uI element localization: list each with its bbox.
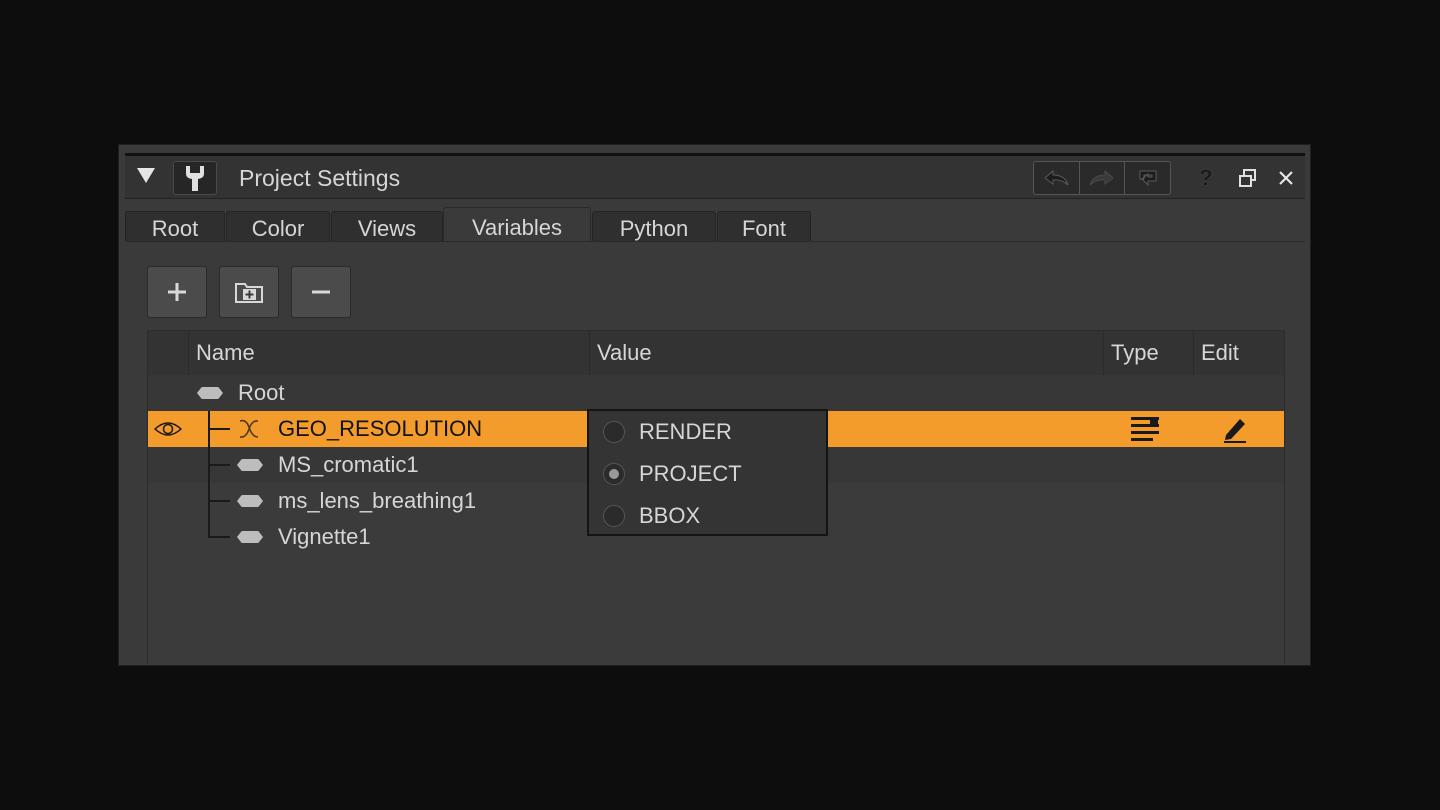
help-icon: ? (1199, 165, 1213, 190)
revert-icon (1139, 170, 1157, 187)
row-name: Root (238, 380, 285, 405)
radio-selected[interactable] (603, 463, 625, 485)
tab-color[interactable]: Color (226, 211, 330, 245)
folder-plus-icon (235, 283, 263, 303)
group-icon (237, 459, 263, 471)
row-name: ms_lens_breathing1 (278, 488, 477, 513)
tab-bar: Root Color Views Variables Python Font (125, 207, 1305, 247)
radio-unselected[interactable] (603, 421, 625, 443)
tree-line (208, 500, 230, 502)
table-row[interactable]: Root (148, 375, 1284, 411)
remove-variable-button[interactable] (291, 266, 351, 318)
wrench-button[interactable] (173, 161, 217, 195)
option-bbox[interactable]: BBOX (603, 501, 700, 531)
add-variable-button[interactable] (147, 266, 207, 318)
tab-font[interactable]: Font (717, 211, 811, 245)
redo-icon (1089, 169, 1114, 186)
wrench-icon (186, 166, 204, 191)
row-name: MS_cromatic1 (278, 452, 419, 477)
option-render[interactable]: RENDER (603, 417, 732, 447)
revert-button[interactable] (1125, 162, 1170, 194)
tab-python[interactable]: Python (592, 211, 716, 245)
group-icon (237, 495, 263, 507)
column-header-name[interactable]: Name (188, 331, 589, 375)
collapse-triangle-icon[interactable] (137, 168, 155, 183)
option-label: PROJECT (639, 461, 742, 486)
column-header-edit[interactable]: Edit (1193, 331, 1285, 375)
row-name: GEO_RESOLUTION (278, 416, 483, 441)
group-icon (197, 387, 223, 399)
tab-root[interactable]: Root (125, 211, 225, 245)
undo-button[interactable] (1034, 162, 1080, 194)
tree-line (208, 428, 230, 430)
column-header-type[interactable]: Type (1103, 331, 1193, 375)
close-icon (1279, 171, 1293, 185)
redo-button[interactable] (1080, 162, 1126, 194)
option-label: BBOX (639, 503, 701, 528)
window-title: Project Settings (239, 165, 401, 191)
table-header: Name Value Type Edit (148, 331, 1284, 375)
value-dropdown-menu: RENDER PROJECT BBOX (587, 409, 828, 536)
tree-line (208, 464, 230, 466)
minus-icon (312, 290, 330, 294)
project-settings-panel: Project Settings ? Root Color Views Vari… (118, 144, 1311, 666)
row-name: Vignette1 (278, 524, 371, 549)
type-list-icon[interactable] (1130, 416, 1160, 442)
edit-pencil-icon[interactable] (1222, 415, 1248, 443)
tree-line (208, 536, 230, 538)
plus-icon (168, 283, 186, 301)
tab-views[interactable]: Views (331, 211, 443, 245)
eye-icon[interactable] (153, 419, 183, 439)
variable-x-icon (239, 419, 259, 438)
float-window-button[interactable] (1233, 164, 1263, 192)
undo-icon (1044, 169, 1069, 186)
float-window-icon (1239, 169, 1256, 187)
column-header-value[interactable]: Value (589, 331, 1103, 375)
help-button[interactable]: ? (1191, 164, 1221, 192)
title-bar: Project Settings ? (125, 153, 1305, 199)
history-button-group (1033, 161, 1171, 195)
option-label: RENDER (639, 419, 732, 444)
option-project[interactable]: PROJECT (603, 459, 742, 489)
add-group-button[interactable] (219, 266, 279, 318)
radio-unselected[interactable] (603, 505, 625, 527)
group-icon (237, 531, 263, 543)
close-button[interactable] (1271, 164, 1301, 192)
